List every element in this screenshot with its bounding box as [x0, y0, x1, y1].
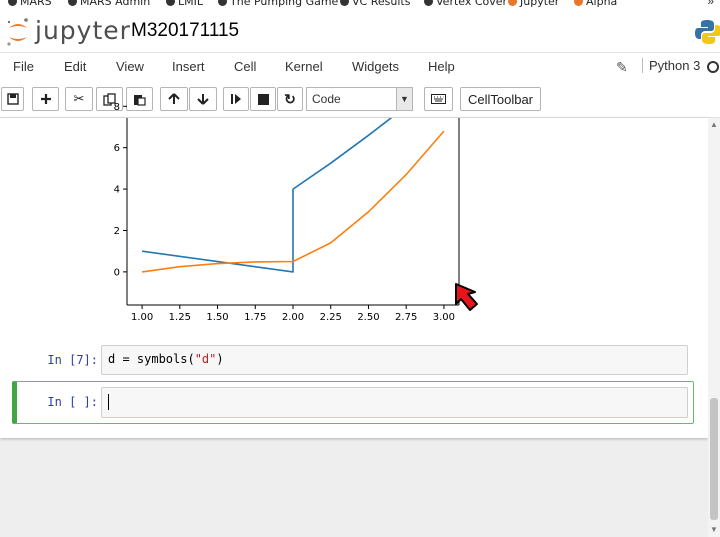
cut-button[interactable]: ✂: [65, 87, 93, 111]
cell-type-select[interactable]: Code ▼: [306, 87, 413, 111]
refresh-icon: ↻: [284, 90, 296, 107]
bookmark-mars-admin[interactable]: MARS Admin: [68, 0, 150, 8]
kernel-idle-indicator-icon: [707, 61, 719, 73]
save-button[interactable]: [1, 87, 24, 111]
bookmark-icon: [340, 0, 349, 6]
step-forward-icon: [231, 94, 241, 104]
notebook-header: jupyter M320171115: [0, 10, 720, 52]
jupyter-logo-icon[interactable]: [6, 16, 30, 48]
bookmark-vc-results[interactable]: VC Results: [340, 0, 410, 8]
output-plot: 1.00 1.25 1.50 1.75 2.00 2.25 2.50 2.75 3.000246…: [114, 102, 460, 323]
y-tick-label: 4: [114, 185, 120, 196]
gear-icon: [574, 0, 583, 6]
jupyter-brand[interactable]: jupyter: [35, 16, 131, 45]
cell-toolbar-button[interactable]: CellToolbar: [460, 87, 541, 111]
x-tick-label: 1.25: [169, 312, 191, 323]
edit-mode-pencil-icon: ✎: [616, 59, 628, 75]
bookmark-pumping-game[interactable]: The Pumping Game: [218, 0, 338, 8]
x-tick-label: 1.00: [131, 312, 153, 323]
bookmark-icon: [68, 0, 77, 6]
menu-help[interactable]: Help: [428, 59, 455, 74]
notebook-title[interactable]: M320171115: [131, 20, 239, 42]
bookmark-icon: [218, 0, 227, 6]
menu-kernel[interactable]: Kernel: [285, 59, 323, 74]
bookmark-jupyter[interactable]: Jupyter: [508, 0, 559, 8]
code-text: d = symbols(: [108, 352, 195, 366]
bookmark-vertex-cover[interactable]: Vertex Cover: [424, 0, 507, 8]
stop-icon: [257, 93, 269, 105]
bookmark-icon: [424, 0, 433, 6]
bookmarks-bar: MARS MARS Admin LMIL The Pumping Game VC…: [0, 0, 720, 10]
cell-prompt: In [7]:: [47, 353, 98, 367]
scrollbar-thumb[interactable]: [710, 398, 718, 520]
python-logo-icon: [695, 20, 720, 44]
y-tick-label: 6: [114, 143, 120, 154]
scroll-up-icon[interactable]: ▲: [710, 120, 718, 129]
paste-button[interactable]: [126, 87, 153, 111]
x-tick-label: 1.75: [244, 312, 266, 323]
menu-edit[interactable]: Edit: [64, 59, 86, 74]
run-button[interactable]: [223, 87, 249, 111]
save-icon: [6, 93, 19, 105]
y-tick-label: 0: [114, 267, 120, 278]
menu-file[interactable]: File: [13, 59, 34, 74]
bookmark-icon: [8, 0, 17, 6]
y-tick-label: 2: [114, 226, 120, 237]
cut-icon: ✂: [73, 91, 85, 106]
code-string: "d": [194, 352, 217, 366]
bookmark-mars[interactable]: MARS: [8, 0, 52, 8]
menu-cell[interactable]: Cell: [234, 59, 256, 74]
mouse-pointer-icon: [455, 283, 478, 311]
chevron-down-icon: ▼: [396, 88, 412, 110]
x-tick-label: 1.50: [206, 312, 228, 323]
jupyter-icon: [508, 0, 517, 6]
x-tick-label: 2.25: [320, 312, 342, 323]
menu-widgets[interactable]: Widgets: [352, 59, 399, 74]
bookmark-alpha[interactable]: Alpha: [574, 0, 617, 8]
move-up-button[interactable]: [160, 87, 188, 111]
plus-icon: [40, 94, 51, 104]
y-tick-label: 8: [114, 102, 120, 113]
code-text-suffix: ): [216, 352, 224, 366]
toolbar: ✂ ↻ Code ▼ CellToolbar: [0, 81, 720, 118]
keyboard-icon: [431, 94, 446, 104]
kernel-name[interactable]: Python 3: [642, 58, 700, 73]
cell-prompt-empty: In [ ]:: [47, 395, 98, 409]
x-tick-label: 2.00: [282, 312, 304, 323]
interrupt-button[interactable]: [250, 87, 276, 111]
arrow-down-icon: [197, 94, 209, 105]
menubar: File Edit View Insert Cell Kernel Widget…: [0, 52, 720, 81]
paste-icon: [134, 94, 146, 106]
code-cell-input-empty[interactable]: [101, 387, 688, 418]
x-tick-label: 2.75: [395, 312, 417, 323]
command-palette-button[interactable]: [424, 87, 453, 111]
cell-type-value: Code: [312, 92, 341, 106]
scroll-down-icon[interactable]: ▼: [710, 525, 718, 534]
bookmark-lmil[interactable]: LMIL: [166, 0, 203, 8]
restart-button[interactable]: ↻: [277, 87, 303, 111]
move-down-button[interactable]: [189, 87, 217, 111]
insert-cell-button[interactable]: [32, 87, 59, 111]
code-cell-input[interactable]: d = symbols("d"): [101, 345, 688, 375]
arrow-up-icon: [168, 93, 180, 104]
bookmark-icon: [166, 0, 175, 6]
menu-insert[interactable]: Insert: [172, 59, 205, 74]
menu-view[interactable]: View: [116, 59, 144, 74]
x-tick-label: 2.50: [357, 312, 379, 323]
more-bookmarks-icon[interactable]: »: [707, 0, 714, 8]
text-cursor: [108, 394, 109, 410]
